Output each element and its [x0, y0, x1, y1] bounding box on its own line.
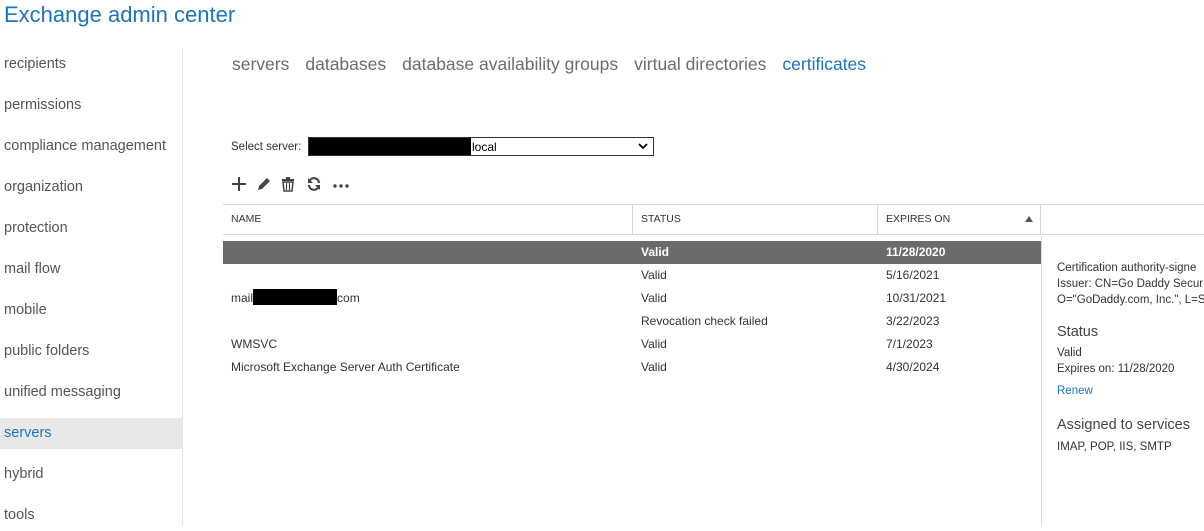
table-row[interactable]: Valid 5/16/2021: [223, 264, 1041, 287]
table-row[interactable]: Revocation check failed 3/22/2023: [223, 310, 1041, 333]
details-pane: Certification authority-signe Issuer: CN…: [1057, 262, 1204, 453]
table-row[interactable]: mail com Valid 10/31/2021: [223, 287, 1041, 310]
cell-expires: 10/31/2021: [886, 291, 947, 305]
sidebar-item-public-folders[interactable]: public folders: [0, 336, 182, 367]
chevron-down-icon: [638, 143, 648, 150]
sidebar-item-mail-flow[interactable]: mail flow: [0, 254, 182, 285]
details-divider: [1041, 236, 1042, 526]
details-issuer-line1: Issuer: CN=Go Daddy Secur: [1057, 278, 1204, 290]
cell-status: Revocation check failed: [641, 314, 768, 328]
sidebar-item-permissions[interactable]: permissions: [0, 90, 182, 121]
sidebar-item-mobile[interactable]: mobile: [0, 295, 182, 326]
cell-name: Microsoft Exchange Server Auth Certifica…: [231, 360, 460, 374]
column-header-status[interactable]: STATUS: [633, 205, 877, 234]
add-icon[interactable]: [230, 174, 248, 194]
cell-status: Valid: [641, 360, 667, 374]
sidebar-item-hybrid[interactable]: hybrid: [0, 459, 182, 490]
cell-name-prefix: mail: [231, 291, 254, 305]
column-header-name[interactable]: NAME: [223, 205, 632, 234]
cell-status: Valid: [641, 245, 670, 259]
renew-link[interactable]: Renew: [1057, 385, 1204, 397]
tab-bar: servers databases database availability gr…: [232, 52, 882, 78]
server-select[interactable]: local: [308, 137, 654, 156]
sidebar-item-recipients[interactable]: recipients: [0, 49, 182, 80]
cell-expires: 5/16/2021: [886, 268, 940, 282]
tab-certificates[interactable]: certificates: [782, 52, 866, 76]
cell-status: Valid: [641, 291, 667, 305]
cell-name: mail com: [231, 287, 360, 310]
delete-icon[interactable]: [279, 174, 297, 194]
cell-expires: 3/22/2023: [886, 314, 940, 328]
details-expires-on: Expires on: 11/28/2020: [1057, 363, 1175, 375]
cell-expires: 7/1/2023: [886, 337, 933, 351]
redacted-block: [253, 289, 338, 305]
cell-status: Valid: [641, 337, 667, 351]
sidebar-item-protection[interactable]: protection: [0, 213, 182, 244]
cell-expires: 11/28/2020: [886, 245, 946, 259]
tab-virtual-directories[interactable]: virtual directories: [634, 52, 766, 76]
sidebar-item-compliance-management[interactable]: compliance management: [0, 131, 182, 162]
tab-databases[interactable]: databases: [305, 52, 386, 76]
column-header-expires-on[interactable]: EXPIRES ON: [878, 205, 1041, 234]
sidebar-item-tools[interactable]: tools: [0, 500, 182, 531]
app-title: Exchange admin center: [4, 2, 236, 27]
details-services-heading: Assigned to services: [1057, 417, 1190, 433]
server-select-value: local: [472, 140, 497, 154]
tab-database-availability-groups[interactable]: database availability groups: [402, 52, 618, 76]
cell-expires: 4/30/2024: [886, 360, 940, 374]
sort-ascending-icon: [1025, 216, 1033, 222]
details-status-value: Valid: [1057, 347, 1082, 359]
table-row[interactable]: Valid 11/28/2020: [223, 241, 1041, 264]
select-server-label: Select server:: [231, 141, 302, 153]
cell-name-suffix: com: [337, 291, 360, 305]
details-status-heading: Status: [1057, 324, 1099, 340]
column-divider: [1040, 205, 1041, 234]
sidebar-item-organization[interactable]: organization: [0, 172, 182, 203]
table-row[interactable]: Microsoft Exchange Server Auth Certifica…: [223, 356, 1041, 379]
sidebar-divider: [182, 48, 183, 526]
tab-servers[interactable]: servers: [232, 52, 289, 76]
sidebar-item-servers[interactable]: servers: [0, 418, 182, 449]
column-header-expires-label: EXPIRES ON: [886, 213, 951, 225]
cell-status: Valid: [641, 268, 667, 282]
details-certificate-type: Certification authority-signe: [1057, 262, 1197, 274]
details-issuer-line2: O="GoDaddy.com, Inc.", L=S: [1057, 294, 1204, 306]
details-services-value: IMAP, POP, IIS, SMTP: [1057, 441, 1172, 453]
refresh-icon[interactable]: [305, 174, 323, 194]
cell-name: WMSVC: [231, 337, 277, 351]
table-row[interactable]: WMSVC Valid 7/1/2023: [223, 333, 1041, 356]
edit-icon[interactable]: [255, 174, 273, 194]
sidebar-item-unified-messaging[interactable]: unified messaging: [0, 377, 182, 408]
sidebar-nav: recipients permissions compliance manage…: [0, 44, 182, 526]
table-header: NAME STATUS EXPIRES ON: [223, 204, 1204, 235]
redacted-block: [309, 138, 471, 155]
more-icon[interactable]: [332, 174, 350, 194]
